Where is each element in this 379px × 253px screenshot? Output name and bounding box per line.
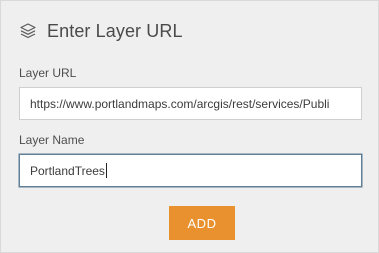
layers-icon [19,22,37,40]
enter-layer-url-panel: Enter Layer URL Layer URL https://www.po… [0,0,379,253]
layer-name-value: PortlandTrees [30,163,105,178]
text-cursor [105,163,107,178]
layer-name-input[interactable]: PortlandTrees [19,154,362,187]
add-button[interactable]: ADD [169,206,235,240]
panel-header: Enter Layer URL [19,19,183,43]
layer-url-label: Layer URL [19,66,77,80]
panel-title: Enter Layer URL [47,20,183,41]
layer-name-label: Layer Name [19,133,85,147]
layer-url-input[interactable]: https://www.portlandmaps.com/arcgis/rest… [19,87,362,120]
layer-url-value: https://www.portlandmaps.com/arcgis/rest… [30,96,330,111]
